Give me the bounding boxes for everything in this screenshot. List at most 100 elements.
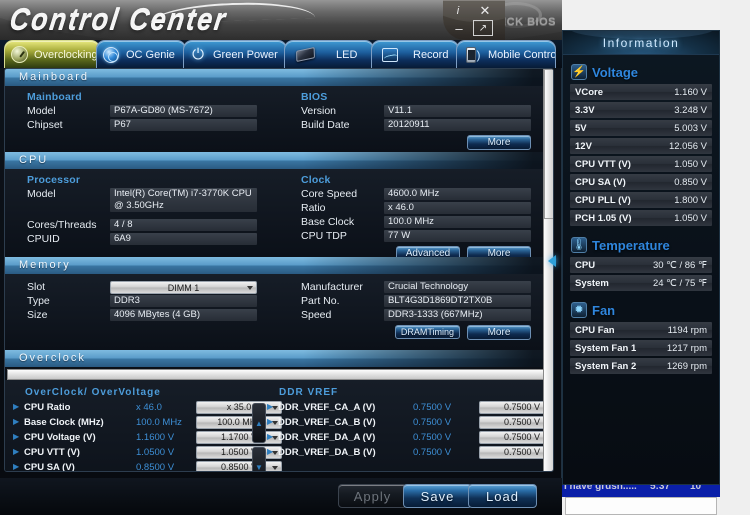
overclock-overvoltage-column: OverClock/ OverVoltage ▶ CPU Ratio x 46.… <box>5 387 282 471</box>
memory-slot-dropdown[interactable]: DIMM 1 <box>110 281 257 294</box>
voltage-name: 5V <box>575 122 587 134</box>
tab-overclocking-label: Overclocking <box>34 48 98 61</box>
oc-current-ddr-vref-da-a: 0.7500 V <box>413 431 452 443</box>
mainboard-chipset-label: Chipset <box>27 119 63 131</box>
temperature-title: Temperature <box>592 237 670 253</box>
bios-group-title: BIOS <box>301 91 328 103</box>
cpu-cores-value: 4 / 8 <box>110 219 257 231</box>
memory-partno-label: Part No. <box>301 295 340 307</box>
memory-speed-row: Speed DDR3-1333 (667MHz) <box>301 309 553 322</box>
tab-bar: Overclocking OC Genie ⏻ Green Power LED … <box>0 40 562 68</box>
tab-mobile-control[interactable]: ) Mobile Control <box>456 40 556 68</box>
list-item: CPU VTT (V) 1.050 V <box>570 156 712 172</box>
memory-manufacturer-row: Manufacturer Crucial Technology <box>301 281 553 294</box>
load-button[interactable]: Load <box>468 484 537 508</box>
content-scrollbar-thumb[interactable] <box>544 69 553 219</box>
record-icon <box>380 45 400 65</box>
oc-select-value-ddr-vref-da-b: 0.7500 V <box>503 447 541 457</box>
tab-oc-genie[interactable]: OC Genie <box>96 40 186 68</box>
memory-size-label: Size <box>27 309 48 321</box>
clock-corespeed-row: Core Speed 4600.0 MHz <box>301 188 553 201</box>
voltage-name: CPU PLL (V) <box>575 194 631 206</box>
oc-current-cpu-voltage: 1.1600 V <box>136 431 175 443</box>
expand-arrow-icon[interactable]: ▶ <box>13 445 24 459</box>
expand-arrow-icon[interactable]: ▶ <box>13 415 24 429</box>
bios-column: BIOS Version V11.1 Build Date 20120911 M… <box>279 91 553 150</box>
oc-select-value-cpu-ratio: x 35.0 <box>226 402 252 412</box>
expand-arrow-icon[interactable]: ▶ <box>267 415 278 429</box>
clock-column: Clock Core Speed 4600.0 MHz Ratio x 46.0… <box>279 174 553 261</box>
apply-button[interactable]: Apply <box>338 484 407 508</box>
memory-right-column: Manufacturer Crucial Technology Part No.… <box>279 279 553 340</box>
list-item: System Fan 1 1217 rpm <box>570 340 712 356</box>
oc-label-ddr-vref-da-a: DDR_VREF_DA_A (V) <box>278 431 376 443</box>
tab-green-power[interactable]: ⏻ Green Power <box>183 40 287 68</box>
oc-row-cpu-ratio: ▶ CPU Ratio x 46.0 x 35.0 <box>13 400 282 414</box>
cpu-cpuid-value: 6A9 <box>110 233 257 245</box>
memory-type-value: DDR3 <box>110 295 257 307</box>
memory-more-button[interactable]: More <box>467 325 531 340</box>
memory-manufacturer-label: Manufacturer <box>301 281 363 293</box>
bios-builddate-row: Build Date 20120911 <box>301 119 553 132</box>
oc-current-cpu-ratio: x 46.0 <box>136 401 162 413</box>
close-icon[interactable]: ✕ <box>471 2 499 19</box>
memory-partno-value: BLT4G3D1869DT2TX0B <box>384 295 531 307</box>
minimize-icon[interactable]: – <box>447 21 471 36</box>
voltage-value: 0.850 V <box>674 176 707 188</box>
overclock-horizontal-scrollbar[interactable] <box>7 369 551 380</box>
oc-select-value-ddr-vref-ca-b: 0.7500 V <box>503 417 541 427</box>
tab-overclocking[interactable]: Overclocking <box>4 40 100 68</box>
power-icon: ⏻ <box>192 46 204 63</box>
clock-tdp-row: CPU TDP 77 W <box>301 230 553 243</box>
section-header-overclock: Overclock <box>5 350 553 367</box>
tab-record-label: Record <box>413 48 449 61</box>
oc-select-value-ddr-vref-da-a: 0.7500 V <box>503 432 541 442</box>
cpu-cores-label: Cores/Threads <box>27 219 97 231</box>
processor-group-title: Processor <box>27 174 81 186</box>
app-logo: Control Center <box>8 2 230 37</box>
voltage-value: 1.050 V <box>674 212 707 224</box>
cpu-model-label: Model <box>27 188 56 200</box>
expand-arrow-icon[interactable]: ▶ <box>13 400 24 414</box>
voltage-name: PCH 1.05 (V) <box>575 212 632 224</box>
memory-speed-label: Speed <box>301 309 332 321</box>
app-title-text: Control Center <box>7 2 230 36</box>
clock-tdp-value: 77 W <box>384 230 531 242</box>
tab-record[interactable]: Record <box>371 40 459 68</box>
expand-arrow-icon[interactable]: ▶ <box>13 460 24 471</box>
content-vertical-scrollbar[interactable] <box>543 69 553 471</box>
main-window: Control Center CLICK BIOS i ✕ – ↗ Overcl… <box>0 0 562 515</box>
memory-manufacturer-value: Crucial Technology <box>384 281 531 293</box>
info-button[interactable]: i <box>445 2 471 19</box>
save-button[interactable]: Save <box>403 484 472 508</box>
expand-arrow-icon[interactable]: ▶ <box>267 400 278 414</box>
list-item: System Fan 2 1269 rpm <box>570 358 712 374</box>
list-item: System 24 ℃ / 75 ℉ <box>570 275 712 291</box>
dram-timing-button[interactable]: DRAMTiming <box>394 325 460 339</box>
voltage-value: 5.003 V <box>674 122 707 134</box>
section-header-memory: Memory <box>5 257 553 274</box>
bios-builddate-label: Build Date <box>301 119 350 131</box>
mainboard-chipset-row: Chipset P67 <box>27 119 279 132</box>
tab-led[interactable]: LED <box>284 40 374 68</box>
oc-row-cpu-voltage: ▶ CPU Voltage (V) 1.1600 V 1.1700 V <box>13 430 282 444</box>
list-item: CPU 30 ℃ / 86 ℉ <box>570 257 712 273</box>
fan-list: CPU Fan 1194 rpm System Fan 1 1217 rpm S… <box>563 322 719 374</box>
expand-arrow-icon[interactable]: ▶ <box>267 445 278 459</box>
expand-arrow-icon[interactable]: ▶ <box>13 430 24 444</box>
oc-label-ddr-vref-ca-b: DDR_VREF_CA_B (V) <box>278 416 376 428</box>
tab-oc-genie-label: OC Genie <box>126 48 175 61</box>
mainboard-more-button[interactable]: More <box>467 135 531 150</box>
collapse-panel-arrow-icon[interactable] <box>548 255 556 267</box>
section-body-cpu: Processor Model Intel(R) Core(TM) i7-377… <box>5 169 553 261</box>
oc-select-value-ddr-vref-ca-a: 0.7500 V <box>503 402 541 412</box>
fan-name: System Fan 2 <box>575 360 637 372</box>
gauge-icon <box>9 45 29 65</box>
temperature-name: CPU <box>575 259 596 271</box>
oc-current-ddr-vref-ca-a: 0.7500 V <box>413 401 452 413</box>
memory-left-column: Slot DIMM 1 Type DDR3 Size 4096 MBytes (… <box>5 279 279 340</box>
expand-arrow-icon[interactable]: ▶ <box>267 430 278 444</box>
maximize-icon[interactable]: ↗ <box>473 20 493 36</box>
oc-row-cpu-sa: ▶ CPU SA (V) 0.8500 V 0.8500 V <box>13 460 282 471</box>
clock-ratio-row: Ratio x 46.0 <box>301 202 553 215</box>
